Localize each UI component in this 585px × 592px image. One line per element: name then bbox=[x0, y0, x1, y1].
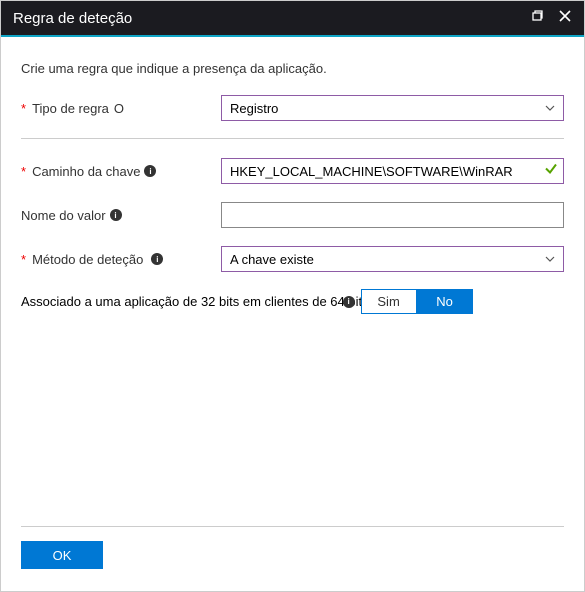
required-indicator: * bbox=[21, 164, 26, 179]
key-path-input[interactable] bbox=[221, 158, 564, 184]
info-icon[interactable]: i bbox=[144, 165, 156, 177]
info-icon[interactable]: i bbox=[110, 209, 122, 221]
footer-divider bbox=[21, 526, 564, 527]
panel-footer: OK bbox=[1, 526, 584, 591]
detect-method-label: * Método de deteção i bbox=[21, 252, 221, 267]
chevron-down-icon bbox=[545, 103, 555, 113]
rule-type-value: Registro bbox=[230, 101, 278, 116]
detect-method-select[interactable]: A chave existe bbox=[221, 246, 564, 272]
rule-type-select[interactable]: Registro bbox=[221, 95, 564, 121]
key-path-label-text: Caminho da chave bbox=[32, 164, 140, 179]
key-path-row: * Caminho da chave i bbox=[21, 157, 564, 185]
panel-title: Regra de deteção bbox=[13, 10, 132, 27]
toggle-no[interactable]: No bbox=[417, 289, 473, 314]
value-name-row: Nome do valor i bbox=[21, 201, 564, 229]
required-indicator: * bbox=[21, 252, 26, 267]
assoc-row: Associado a uma aplicação de 32 bits em … bbox=[21, 289, 564, 314]
restore-icon[interactable] bbox=[530, 9, 544, 28]
assoc-toggle: Sim No bbox=[361, 289, 473, 314]
assoc-label: Associado a uma aplicação de 32 bits em … bbox=[21, 294, 355, 309]
key-path-label: * Caminho da chave i bbox=[21, 164, 221, 179]
rule-type-help-text: O bbox=[114, 101, 124, 116]
panel-body: Crie uma regra que indique a presença da… bbox=[1, 37, 584, 314]
header-actions bbox=[530, 9, 572, 28]
chevron-down-icon bbox=[545, 254, 555, 264]
toggle-yes[interactable]: Sim bbox=[361, 289, 417, 314]
info-icon[interactable]: i bbox=[151, 253, 163, 265]
detect-method-row: * Método de deteção i A chave existe bbox=[21, 245, 564, 273]
value-name-label: Nome do valor i bbox=[21, 208, 221, 223]
close-icon[interactable] bbox=[558, 9, 572, 28]
rule-type-row: * Tipo de regra O Registro bbox=[21, 94, 564, 122]
valid-check-icon bbox=[544, 162, 558, 181]
section-divider bbox=[21, 138, 564, 139]
ok-button[interactable]: OK bbox=[21, 541, 103, 569]
rule-type-label-text: Tipo de regra bbox=[32, 101, 109, 116]
detect-method-label-text: Método de deteção bbox=[32, 252, 143, 267]
required-indicator: * bbox=[21, 101, 26, 116]
detect-method-value: A chave existe bbox=[230, 252, 314, 267]
panel-header: Regra de deteção bbox=[1, 1, 584, 37]
value-name-input[interactable] bbox=[221, 202, 564, 228]
info-icon[interactable]: i bbox=[343, 296, 355, 308]
value-name-label-text: Nome do valor bbox=[21, 208, 106, 223]
assoc-label-text: Associado a uma aplicação de 32 bits em … bbox=[21, 294, 369, 309]
rule-type-label: * Tipo de regra O bbox=[21, 101, 221, 116]
instruction-text: Crie uma regra que indique a presença da… bbox=[21, 61, 564, 76]
